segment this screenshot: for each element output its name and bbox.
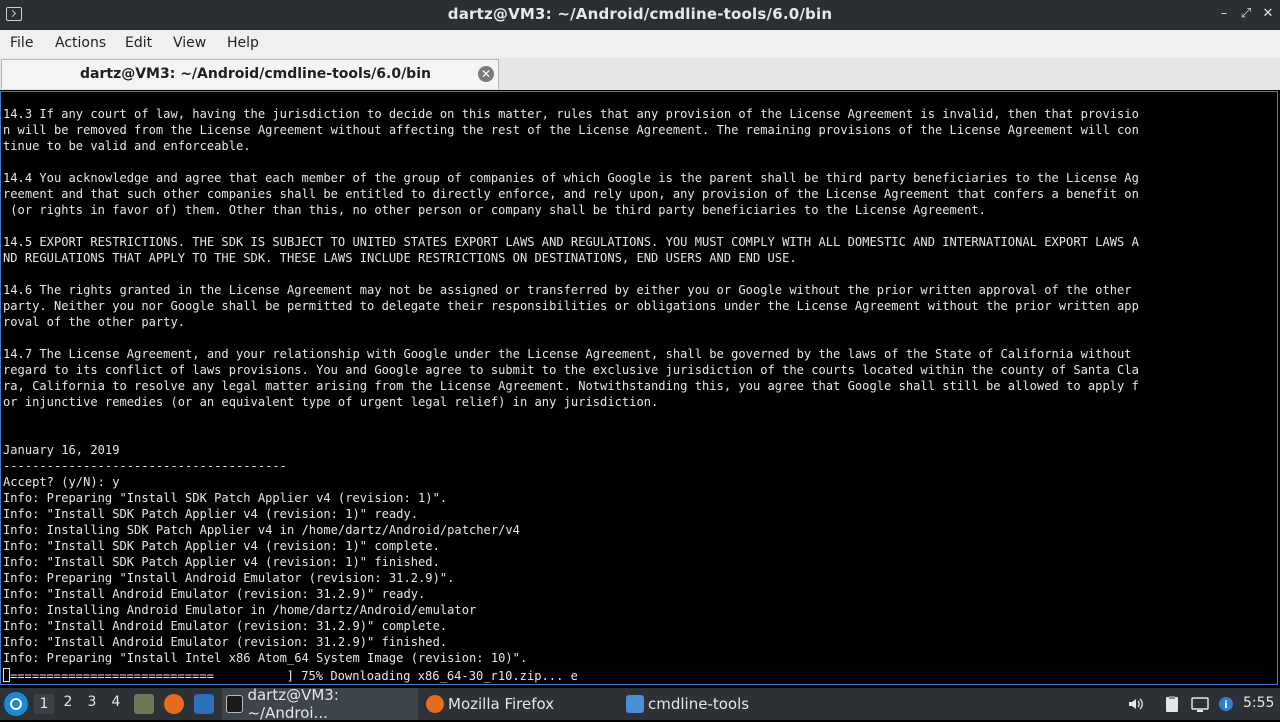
task-label: dartz@VM3: ~/Androi... — [247, 686, 339, 722]
progress-text: ============================ ] 75% Downl… — [10, 669, 578, 683]
terminal-line: 14.4 You acknowledge and agree that each… — [3, 171, 1139, 185]
workspace-3[interactable]: 3 — [82, 694, 102, 710]
workspace-2[interactable]: 2 — [58, 694, 78, 710]
workspace-1[interactable]: 1 — [34, 694, 54, 714]
terminal-tab[interactable]: dartz@VM3: ~/Android/cmdline-tools/6.0/b… — [1, 59, 499, 89]
task-terminal[interactable]: dartz@VM3: ~/Androi... — [222, 686, 418, 722]
terminal-line: Info: "Install Android Emulator (revisio… — [3, 619, 448, 633]
close-window-button[interactable]: ✕ — [1260, 6, 1276, 22]
firefox-icon — [426, 695, 444, 713]
terminal-line: Info: Preparing "Install SDK Patch Appli… — [3, 491, 448, 505]
minimize-button[interactable]: – — [1216, 6, 1232, 22]
terminal-line: 14.5 EXPORT RESTRICTIONS. THE SDK IS SUB… — [3, 235, 1139, 249]
clock[interactable]: 5:55 — [1243, 695, 1274, 711]
tab-label: dartz@VM3: ~/Android/cmdline-tools/6.0/b… — [80, 66, 431, 82]
menu-bar: File Actions Edit View Help — [0, 30, 1280, 59]
terminal-line: roval of the other party. — [3, 315, 186, 329]
window-title: dartz@VM3: ~/Android/cmdline-tools/6.0/b… — [447, 5, 833, 23]
menu-file[interactable]: File — [10, 35, 33, 51]
terminal-line: Info: "Install Android Emulator (revisio… — [3, 635, 448, 649]
terminal-line: Info: Preparing "Install Android Emulato… — [3, 571, 455, 585]
terminal-line: January 16, 2019 — [3, 443, 120, 457]
start-menu-icon[interactable] — [4, 692, 28, 716]
terminal-line: reement and that such other companies sh… — [3, 187, 1139, 201]
maximize-button[interactable]: ⤢ — [1238, 6, 1254, 22]
workspace-4[interactable]: 4 — [106, 694, 126, 710]
terminal-line: 14.6 The rights granted in the License A… — [3, 283, 1132, 297]
task-firefox[interactable]: Mozilla Firefox — [422, 688, 618, 720]
terminal-line: Info: Installing Android Emulator in /ho… — [3, 603, 477, 617]
terminal-line: ra, California to resolve any legal matt… — [3, 379, 1139, 393]
terminal-icon — [226, 695, 244, 713]
terminal-line: regard to its conflict of laws provision… — [3, 363, 1139, 377]
terminal-line: Info: Installing SDK Patch Applier v4 in… — [3, 523, 520, 537]
file-manager-launcher-icon[interactable] — [134, 694, 154, 714]
display-icon[interactable] — [1190, 694, 1210, 714]
terminal-line: 14.3 If any court of law, having the jur… — [3, 107, 1139, 121]
terminal-line: 14.7 The License Agreement, and your rel… — [3, 347, 1132, 361]
task-file-manager[interactable]: cmdline-tools — [622, 688, 818, 720]
terminal-line: party. Neither you nor Google shall be p… — [3, 299, 1139, 313]
terminal-output[interactable]: 14.3 If any court of law, having the jur… — [0, 91, 1278, 685]
folder-icon — [626, 695, 644, 713]
menu-view[interactable]: View — [173, 35, 206, 51]
terminal-line: Info: "Install SDK Patch Applier v4 (rev… — [3, 507, 419, 521]
show-desktop-icon[interactable] — [194, 694, 214, 714]
volume-icon[interactable] — [1126, 694, 1146, 714]
clipboard-icon[interactable] — [1162, 694, 1182, 714]
terminal-line: or injunctive remedies (or an equivalent… — [3, 395, 659, 409]
tab-bar: dartz@VM3: ~/Android/cmdline-tools/6.0/b… — [0, 58, 1280, 90]
menu-help[interactable]: Help — [227, 35, 259, 51]
window-titlebar[interactable]: dartz@VM3: ~/Android/cmdline-tools/6.0/b… — [0, 0, 1280, 30]
svg-text:i: i — [1224, 700, 1227, 711]
menu-edit[interactable]: Edit — [125, 35, 152, 51]
terminal-line: Info: "Install SDK Patch Applier v4 (rev… — [3, 539, 440, 553]
tab-close-icon[interactable]: ✕ — [478, 66, 494, 82]
terminal-line: ND REGULATIONS THAT APPLY TO THE SDK. TH… — [3, 251, 797, 265]
download-progress-line: ============================ ] 75% Downl… — [3, 668, 578, 684]
terminal-text: 14.3 If any court of law, having the jur… — [3, 106, 1139, 666]
terminal-line: --------------------------------------- — [3, 459, 287, 473]
updates-icon[interactable]: i — [1216, 694, 1236, 714]
task-label: Mozilla Firefox — [448, 695, 555, 713]
taskbar: 1 2 3 4 dartz@VM3: ~/Androi... Mozilla F… — [0, 686, 1280, 722]
terminal-line: Info: Preparing "Install Intel x86 Atom_… — [3, 651, 528, 665]
terminal-line: tinue to be valid and enforceable. — [3, 139, 251, 153]
terminal-line: (or rights in favor of) them. Other than… — [3, 203, 986, 217]
menu-actions[interactable]: Actions — [55, 35, 106, 51]
terminal-line: n will be removed from the License Agree… — [3, 123, 1139, 137]
task-label: cmdline-tools — [648, 695, 750, 713]
text-cursor — [3, 668, 10, 682]
terminal-line: Info: "Install Android Emulator (revisio… — [3, 587, 426, 601]
terminal-line: Info: "Install SDK Patch Applier v4 (rev… — [3, 555, 440, 569]
terminal-line: Accept? (y/N): y — [3, 475, 120, 489]
firefox-launcher-icon[interactable] — [164, 694, 184, 714]
